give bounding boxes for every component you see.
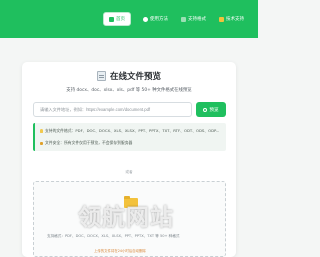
- support-icon: [219, 16, 224, 22]
- lightbulb-icon: [40, 129, 43, 133]
- security-info-text: 文件安全：所有文件仅用于预览，不会保存到服务器: [45, 140, 133, 145]
- formats-info-text: 支持的文件格式：PDF、DOC、DOCX、XLS、XLSX、PPT、PPTX、T…: [45, 128, 220, 133]
- title-row: 在线文件预览: [22, 70, 236, 82]
- upload-note: 上传的文件将在24小时后自动删除: [94, 249, 146, 253]
- nav-item-support[interactable]: 技术支持: [214, 12, 249, 26]
- document-icon: [96, 71, 106, 81]
- security-info: 文件安全：所有文件仅用于预览，不会保存到服务器: [40, 140, 132, 146]
- info-box: 支持的文件格式：PDF、DOC、DOCX、XLS、XLSX、PPT、PPTX、T…: [33, 123, 226, 151]
- nav-item-label: 技术支持: [226, 17, 244, 22]
- nav-item-home[interactable]: 首页: [103, 12, 131, 26]
- url-input[interactable]: [33, 102, 192, 117]
- preview-button[interactable]: 预览: [196, 102, 226, 117]
- formats-info: 支持的文件格式：PDF、DOC、DOCX、XLS、XLSX、PPT、PPTX、T…: [40, 128, 219, 134]
- nav-item-label: 首页: [116, 17, 125, 22]
- page-title: 在线文件预览: [109, 72, 161, 82]
- page-subtitle: 支持 docx、doc、xlsx、xls、pdf 等 50+ 种文件格式在线预览: [66, 88, 192, 93]
- format-icon: [181, 16, 186, 22]
- nav-item-label: 支持格式: [188, 17, 206, 22]
- upload-formats-text: 支持格式：PDF、DOC、DOCX、XLS、XLSX、PPT、PPTX、TXT …: [47, 234, 180, 238]
- nav-item-label: 使用方法: [150, 17, 168, 22]
- or-divider: 或者: [125, 170, 133, 174]
- top-nav-bar: 首页 使用方法 支持格式 技术支持: [0, 0, 258, 38]
- home-icon: [109, 16, 114, 22]
- eye-icon: [203, 107, 208, 112]
- preview-button-label: 预览: [209, 107, 219, 113]
- watermark: 领航网站: [78, 205, 174, 231]
- lock-icon: [40, 141, 43, 145]
- nav-item-formats[interactable]: 支持格式: [176, 12, 211, 26]
- nav-item-usage[interactable]: 使用方法: [138, 12, 173, 26]
- help-icon: [143, 16, 148, 22]
